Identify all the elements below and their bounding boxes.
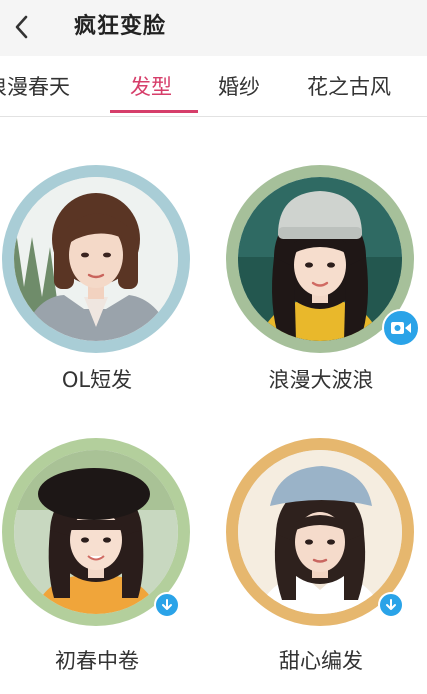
portrait-photo [14,450,178,614]
hairstyle-card-spring-curl[interactable]: 初春中卷 [2,438,192,683]
video-icon [382,309,420,347]
download-icon [378,592,404,618]
category-tabs: 浪漫春天 发型 婚纱 花之古风 [0,56,427,117]
hairstyle-label: 浪漫大波浪 [268,368,374,392]
top-bar: 疯狂变脸 [0,0,427,56]
back-arrow-icon[interactable] [8,10,38,44]
active-tab-indicator [110,110,198,113]
download-icon [154,592,180,618]
hairstyle-card-sweet-braid[interactable]: 甜心编发 [226,438,416,683]
portrait-photo [238,450,402,614]
portrait-photo [14,177,178,341]
tab-ancient-style[interactable]: 花之古风 [307,73,391,101]
tab-hairstyle[interactable]: 发型 [130,73,172,101]
hairstyle-card-ol-short[interactable]: OL短发 [2,165,192,410]
portrait-photo [238,177,402,341]
hairstyle-label: OL短发 [61,368,133,392]
page-title: 疯狂变脸 [74,14,167,39]
hairstyle-card-big-wave[interactable]: 浪漫大波浪 [226,165,420,410]
hairstyle-label: 甜心编发 [279,649,363,673]
tab-romantic-spring[interactable]: 浪漫春天 [0,73,70,101]
hairstyle-label: 初春中卷 [55,649,139,673]
hairstyle-avatar-ol-short[interactable] [2,165,190,353]
tab-wedding-dress[interactable]: 婚纱 [218,73,260,101]
